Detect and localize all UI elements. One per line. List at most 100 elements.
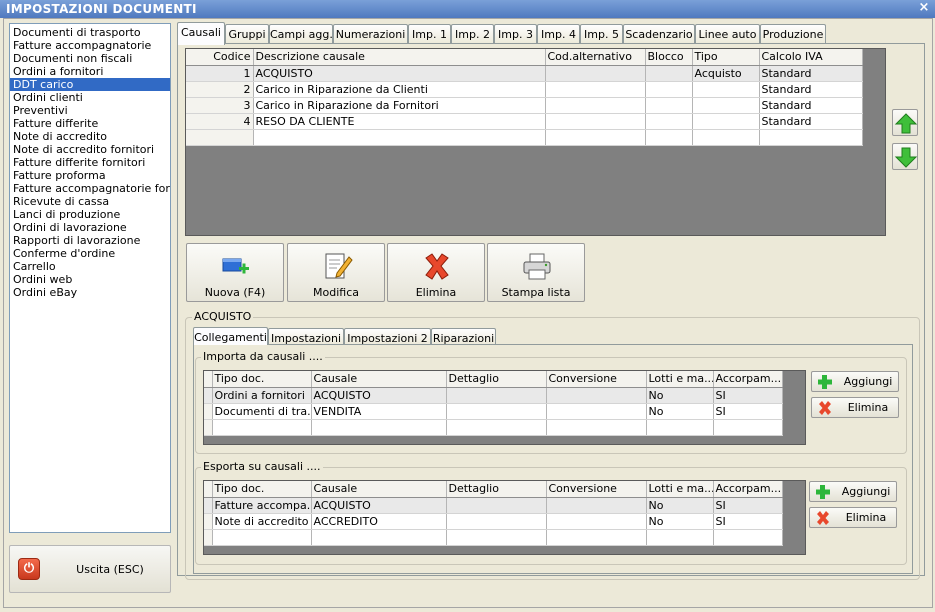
table-cell[interactable] bbox=[446, 387, 547, 404]
table-cell[interactable] bbox=[545, 129, 646, 146]
table-cell[interactable] bbox=[546, 403, 647, 420]
table-cell[interactable] bbox=[692, 97, 760, 114]
table-cell[interactable]: SI bbox=[713, 513, 783, 530]
column-header[interactable]: Calcolo IVA bbox=[759, 49, 863, 66]
table-cell[interactable]: 1 bbox=[186, 65, 254, 82]
column-header[interactable]: Conversione bbox=[546, 481, 647, 498]
doc-type-item[interactable]: Ordini di lavorazione bbox=[10, 221, 170, 234]
table-cell[interactable] bbox=[446, 403, 547, 420]
table-cell[interactable] bbox=[446, 513, 547, 530]
doc-type-item[interactable]: Ordini clienti bbox=[10, 91, 170, 104]
table-cell[interactable] bbox=[646, 529, 714, 546]
tab-linee-auto[interactable]: Linee auto bbox=[695, 24, 760, 44]
table-cell[interactable] bbox=[545, 97, 646, 114]
column-header[interactable]: Tipo doc. bbox=[212, 481, 312, 498]
column-header[interactable]: Accorpam... bbox=[713, 481, 783, 498]
table-cell[interactable] bbox=[645, 113, 693, 130]
doc-type-item[interactable]: Fatture accompagnatorie fornito bbox=[10, 182, 170, 195]
table-cell[interactable] bbox=[692, 129, 760, 146]
column-header[interactable]: Codice bbox=[186, 49, 254, 66]
table-cell[interactable] bbox=[759, 129, 863, 146]
table-row[interactable]: 1 ACQUISTO Acquisto Standard bbox=[186, 65, 863, 82]
doc-type-item[interactable]: Carrello bbox=[10, 260, 170, 273]
doc-type-item[interactable]: Ordini a fornitori bbox=[10, 65, 170, 78]
column-header[interactable]: Tipo bbox=[692, 49, 760, 66]
column-header[interactable]: Accorpam... bbox=[713, 371, 783, 388]
print-list-button[interactable]: Stampa lista bbox=[487, 243, 585, 302]
doc-type-item[interactable]: Note di accredito fornitori bbox=[10, 143, 170, 156]
delete-button[interactable]: Elimina bbox=[387, 243, 485, 302]
table-cell[interactable]: ACCREDITO bbox=[311, 513, 447, 530]
new-button[interactable]: Nuova (F4) bbox=[186, 243, 284, 302]
table-cell[interactable]: Standard bbox=[759, 81, 863, 98]
edit-button[interactable]: Modifica bbox=[287, 243, 385, 302]
table-cell[interactable]: No bbox=[646, 403, 714, 420]
table-row[interactable]: 2 Carico in Riparazione da Clienti Standar… bbox=[186, 81, 863, 98]
doc-type-item[interactable]: Ordini web bbox=[10, 273, 170, 286]
row-header[interactable] bbox=[204, 419, 213, 436]
table-cell[interactable]: Standard bbox=[759, 65, 863, 82]
table-cell[interactable] bbox=[692, 81, 760, 98]
table-cell[interactable] bbox=[645, 129, 693, 146]
row-header[interactable] bbox=[204, 513, 213, 530]
row-header[interactable] bbox=[204, 387, 213, 404]
import-add-button[interactable]: Aggiungi bbox=[811, 371, 899, 392]
table-cell[interactable] bbox=[186, 129, 254, 146]
table-cell[interactable] bbox=[645, 81, 693, 98]
table-cell[interactable] bbox=[646, 419, 714, 436]
table-cell[interactable] bbox=[645, 97, 693, 114]
import-delete-button[interactable]: Elimina bbox=[811, 397, 899, 418]
table-cell[interactable] bbox=[446, 497, 547, 514]
column-header[interactable]: Tipo doc. bbox=[212, 371, 312, 388]
import-grid[interactable]: Tipo doc. Causale Dettaglio Conversione Lott… bbox=[203, 370, 806, 445]
table-row-empty[interactable] bbox=[204, 419, 783, 436]
table-cell[interactable]: Fatture accompa... bbox=[212, 497, 312, 514]
detail-tab-collegamenti[interactable]: Collegamenti bbox=[193, 327, 268, 345]
table-cell[interactable] bbox=[212, 529, 312, 546]
table-cell[interactable] bbox=[546, 387, 647, 404]
close-icon[interactable]: × bbox=[917, 1, 931, 15]
detail-tab-impostazioni-2[interactable]: Impostazioni 2 bbox=[344, 328, 431, 345]
table-cell[interactable]: Standard bbox=[759, 97, 863, 114]
table-cell[interactable]: Documenti di tra... bbox=[212, 403, 312, 420]
table-cell[interactable] bbox=[713, 529, 783, 546]
doc-type-item[interactable]: Fatture accompagnatorie bbox=[10, 39, 170, 52]
table-cell[interactable]: Acquisto bbox=[692, 65, 760, 82]
row-header[interactable] bbox=[204, 403, 213, 420]
table-cell[interactable]: SI bbox=[713, 387, 783, 404]
tab-gruppi[interactable]: Gruppi bbox=[225, 24, 269, 44]
doc-type-item[interactable]: Documenti di trasporto bbox=[10, 26, 170, 39]
table-cell[interactable] bbox=[446, 419, 547, 436]
doc-type-item[interactable]: Lanci di produzione bbox=[10, 208, 170, 221]
move-down-button[interactable] bbox=[892, 143, 918, 170]
tab-numerazioni[interactable]: Numerazioni bbox=[333, 24, 408, 44]
table-cell[interactable] bbox=[311, 419, 447, 436]
table-cell[interactable] bbox=[311, 529, 447, 546]
column-header[interactable]: Dettaglio bbox=[446, 371, 547, 388]
table-cell[interactable] bbox=[446, 529, 547, 546]
table-cell[interactable]: Standard bbox=[759, 113, 863, 130]
tab-imp-4[interactable]: Imp. 4 bbox=[537, 24, 580, 44]
doc-type-item[interactable]: Conferme d'ordine bbox=[10, 247, 170, 260]
doc-type-item[interactable]: Rapporti di lavorazione bbox=[10, 234, 170, 247]
column-header[interactable]: Causale bbox=[311, 481, 447, 498]
table-row[interactable]: 4 RESO DA CLIENTE Standard bbox=[186, 113, 863, 130]
table-cell[interactable]: RESO DA CLIENTE bbox=[253, 113, 546, 130]
column-header[interactable]: Descrizione causale bbox=[253, 49, 546, 66]
table-row[interactable]: Note di accredito ACCREDITO No SI bbox=[204, 513, 783, 530]
table-cell[interactable] bbox=[546, 513, 647, 530]
doc-type-item[interactable]: DDT carico bbox=[10, 78, 170, 91]
table-cell[interactable] bbox=[546, 529, 647, 546]
table-row[interactable]: Ordini a fornitori ACQUISTO No SI bbox=[204, 387, 783, 404]
table-cell[interactable]: Carico in Riparazione da Fornitori bbox=[253, 97, 546, 114]
table-cell[interactable]: 2 bbox=[186, 81, 254, 98]
detail-tab-impostazioni[interactable]: Impostazioni bbox=[268, 328, 344, 345]
document-type-list[interactable]: Documenti di trasporto Fatture accompagna… bbox=[9, 23, 171, 533]
table-cell[interactable]: SI bbox=[713, 403, 783, 420]
causali-table[interactable]: Codice Descrizione causale Cod.alternativo… bbox=[186, 49, 863, 146]
export-grid[interactable]: Tipo doc. Causale Dettaglio Conversione Lott… bbox=[203, 480, 806, 555]
detail-tab-riparazioni[interactable]: Riparazioni bbox=[431, 328, 496, 345]
table-cell[interactable] bbox=[645, 65, 693, 82]
table-cell[interactable] bbox=[546, 419, 647, 436]
table-cell[interactable]: 4 bbox=[186, 113, 254, 130]
